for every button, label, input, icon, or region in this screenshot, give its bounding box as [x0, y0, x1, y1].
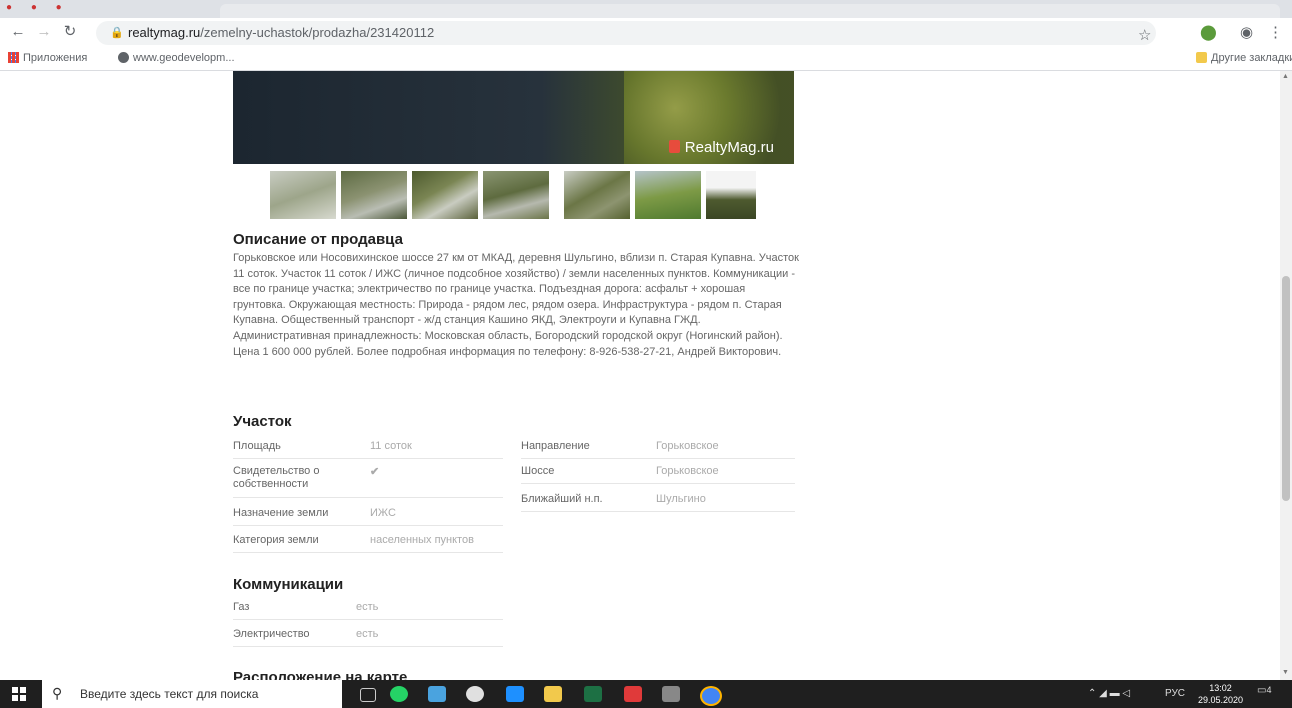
- reload-icon[interactable]: ↻: [60, 22, 80, 42]
- chrome-icon[interactable]: [700, 686, 722, 706]
- system-clock[interactable]: 13:02 29.05.2020: [1198, 682, 1243, 706]
- lock-icon: 🔒: [110, 27, 124, 39]
- search-placeholder: Введите здесь текст для поиска: [80, 687, 259, 701]
- thumbnail[interactable]: [341, 171, 407, 219]
- thumbnail[interactable]: [412, 171, 478, 219]
- folder-icon: [1196, 52, 1207, 63]
- row-value: населенных пунктов: [370, 534, 474, 546]
- watermark-text: RealtyMag.ru: [684, 139, 774, 156]
- row-key: Шоссе: [521, 465, 555, 477]
- extension-icon[interactable]: ⬤: [1200, 23, 1217, 41]
- bookmark-label: www.geodevelopm...: [133, 52, 235, 64]
- whatsapp-icon[interactable]: [390, 686, 408, 702]
- profile-icon[interactable]: ◉: [1240, 23, 1253, 41]
- yandex-browser-icon[interactable]: [466, 686, 484, 702]
- windows-start-icon[interactable]: [12, 687, 26, 701]
- pdf-reader-icon[interactable]: [624, 686, 642, 702]
- language-indicator[interactable]: РУС: [1165, 688, 1185, 699]
- row-value: ИЖС: [370, 507, 396, 519]
- row-key: Категория земли: [233, 534, 319, 546]
- row-key: Назначение земли: [233, 507, 329, 519]
- back-icon[interactable]: ←: [8, 22, 28, 42]
- clock-time: 13:02: [1209, 683, 1232, 693]
- url-text[interactable]: realtymag.ru/zemelny-uchastok/prodazha/2…: [128, 25, 434, 40]
- thumbnail[interactable]: [635, 171, 701, 219]
- row-key: Газ: [233, 601, 250, 613]
- browser-toolbar: ← → ↻ 🔒 realtymag.ru/zemelny-uchastok/pr…: [0, 18, 1292, 48]
- row-value: есть: [356, 601, 379, 613]
- map-section-title: Расположение на карте: [233, 669, 408, 680]
- tab-strip: ● ● ●: [0, 0, 1292, 18]
- notification-icon[interactable]: ▭4: [1257, 685, 1271, 696]
- row-value: 11 соток: [370, 440, 412, 452]
- bookmarks-bar: Приложения www.geodevelopm... Другие зак…: [0, 48, 1292, 71]
- apps-grid-icon: [8, 52, 19, 63]
- calculator-icon[interactable]: [662, 686, 680, 702]
- comm-row-gas: Газ есть: [233, 597, 503, 620]
- bookmark-apps[interactable]: Приложения: [8, 52, 87, 64]
- address-bar[interactable]: 🔒 realtymag.ru/zemelny-uchastok/prodazha…: [96, 21, 1156, 45]
- excel-icon[interactable]: [584, 686, 602, 702]
- row-value: Шульгино: [656, 493, 706, 505]
- tab-strip-dots: ● ● ●: [6, 2, 70, 13]
- thumbnail[interactable]: [706, 171, 756, 219]
- star-icon[interactable]: ☆: [1138, 26, 1151, 44]
- row-key: Ближайший н.п.: [521, 493, 603, 505]
- page-scrollbar[interactable]: ▲ ▼: [1280, 71, 1292, 680]
- bookmark-label: Другие закладки: [1211, 52, 1292, 64]
- active-tab[interactable]: [220, 4, 1280, 18]
- bookmark-other[interactable]: Другие закладки: [1196, 52, 1292, 64]
- communications-title: Коммуникации: [233, 576, 344, 593]
- thumbnail[interactable]: [483, 171, 549, 219]
- url-domain: realtymag.ru: [128, 25, 201, 40]
- plot-row-ownership: Свидетельство о собственности ✔: [233, 461, 503, 498]
- row-key: Свидетельство о собственности: [233, 465, 320, 490]
- taskbar-search[interactable]: ⚲ Введите здесь текст для поиска: [42, 680, 342, 708]
- row-key: Направление: [521, 440, 590, 452]
- bookmark-geodevelop[interactable]: www.geodevelopm...: [118, 52, 235, 64]
- notification-count: 4: [1266, 685, 1272, 695]
- task-view-icon[interactable]: [360, 688, 376, 702]
- menu-kebab-icon[interactable]: ⋮: [1268, 23, 1283, 41]
- windows-taskbar: ⚲ Введите здесь текст для поиска ⌃ ◢ ▬ ◁…: [0, 680, 1292, 708]
- row-value: Горьковское: [656, 440, 719, 452]
- forward-icon[interactable]: →: [34, 22, 54, 42]
- page-content: RealtyMag.ru Описание от продавца Горько…: [0, 71, 1280, 680]
- main-photo[interactable]: RealtyMag.ru: [233, 71, 794, 164]
- clock-date: 29.05.2020: [1198, 695, 1244, 705]
- bookmark-label: Приложения: [23, 52, 88, 64]
- globe-icon: [118, 52, 129, 63]
- watermark: RealtyMag.ru: [668, 139, 774, 156]
- row-key: Площадь: [233, 440, 281, 452]
- file-explorer-icon[interactable]: [544, 686, 562, 702]
- realtymag-logo-icon: [668, 140, 680, 153]
- app-icon[interactable]: [428, 686, 446, 702]
- plot-row-area: Площадь 11 соток: [233, 436, 503, 459]
- check-icon: ✔: [370, 466, 380, 478]
- plot-row-highway: Шоссе Горьковское: [521, 461, 795, 484]
- row-key: Электричество: [233, 628, 310, 640]
- thumbnail[interactable]: [564, 171, 630, 219]
- description-text: Горьковское или Носовихинское шоссе 27 к…: [233, 252, 799, 358]
- scrollbar-thumb[interactable]: [1282, 276, 1290, 501]
- plot-row-direction: Направление Горьковское: [521, 436, 795, 459]
- scroll-up-icon[interactable]: ▲: [1282, 73, 1289, 80]
- search-icon: ⚲: [52, 685, 63, 701]
- scroll-down-icon[interactable]: ▼: [1282, 669, 1289, 676]
- tray-icons[interactable]: ⌃ ◢ ▬ ◁: [1088, 688, 1130, 699]
- email-icon[interactable]: [506, 686, 524, 702]
- plot-row-category: Категория земли населенных пунктов: [233, 530, 503, 553]
- comm-row-electricity: Электричество есть: [233, 624, 503, 647]
- description-title: Описание от продавца: [233, 231, 403, 248]
- plot-row-nearest: Ближайший н.п. Шульгино: [521, 489, 795, 512]
- row-value: Горьковское: [656, 465, 719, 477]
- row-value: есть: [356, 628, 379, 640]
- url-path: /zemelny-uchastok/prodazha/231420112: [200, 25, 435, 40]
- plot-row-purpose: Назначение земли ИЖС: [233, 503, 503, 526]
- thumbnail[interactable]: [270, 171, 336, 219]
- plot-title: Участок: [233, 413, 292, 430]
